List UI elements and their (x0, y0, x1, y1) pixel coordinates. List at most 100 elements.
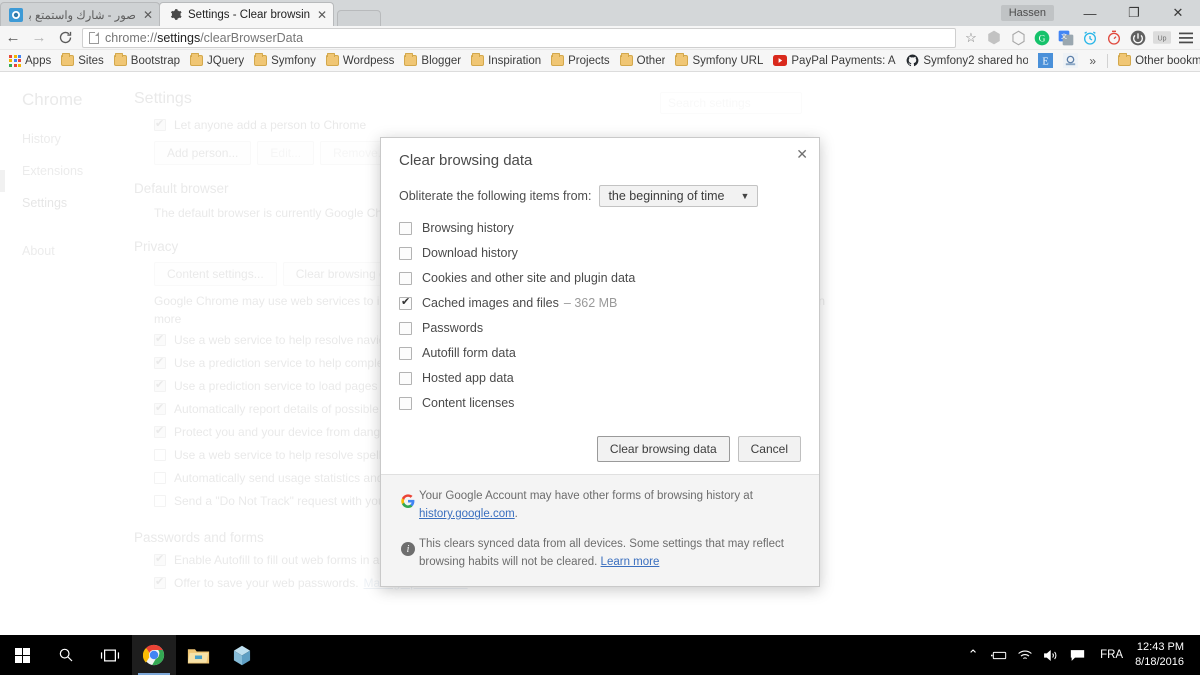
volume-icon[interactable] (1038, 635, 1064, 675)
footer-text-before: Your Google Account may have other forms… (419, 490, 753, 502)
bookmark-blogger[interactable]: Blogger (399, 51, 466, 71)
tab-strip: صور - شارك واستمتع بأجمل ✕ Settings - Cl… (0, 0, 1200, 26)
page-info-icon[interactable] (89, 32, 99, 44)
item-passwords[interactable]: Passwords (399, 321, 801, 335)
bookmark-paypal[interactable]: PayPal Payments: Acc (768, 51, 901, 71)
language-indicator[interactable]: FRA (1090, 649, 1133, 661)
cancel-button[interactable]: Cancel (738, 436, 801, 462)
clock[interactable]: 12:43 PM 8/18/2016 (1133, 640, 1194, 670)
item-content-licenses[interactable]: Content licenses (399, 396, 801, 410)
learn-more-link[interactable]: Learn more (601, 556, 660, 568)
folder-icon (114, 55, 127, 66)
alarm-clock-icon[interactable] (1078, 26, 1102, 50)
checkbox-label: Cookies and other site and plugin data (422, 271, 635, 285)
back-icon[interactable]: ← (0, 26, 26, 50)
bookmark-label: Inspiration (488, 55, 541, 67)
bookmark-bootstrap[interactable]: Bootstrap (109, 51, 185, 71)
item-cached-images-and-files[interactable]: Cached images and files – 362 MB (399, 296, 801, 310)
bookmark-star-icon[interactable]: ☆ (960, 26, 982, 50)
bookmark-label: Other bookmarks (1135, 55, 1200, 67)
bookmark-inspiration[interactable]: Inspiration (466, 51, 546, 71)
tray-chevron-icon[interactable]: ⌃ (960, 635, 986, 675)
confirm-clear-button[interactable]: Clear browsing data (597, 436, 730, 462)
stopwatch-icon[interactable] (1102, 26, 1126, 50)
new-tab-button[interactable] (337, 10, 381, 26)
folder-icon (404, 55, 417, 66)
checkbox[interactable] (399, 397, 412, 410)
bookmark-apps[interactable]: Apps (4, 51, 56, 71)
bookmark-other[interactable]: Other (615, 51, 671, 71)
tab-settings[interactable]: Settings - Clear browsing ✕ (159, 2, 334, 26)
bookmark-projects[interactable]: Projects (546, 51, 615, 71)
item-autofill-form-data[interactable]: Autofill form data (399, 346, 801, 360)
power-icon[interactable] (1126, 26, 1150, 50)
footer-text: Your Google Account may have other forms… (419, 487, 801, 523)
photos-icon (9, 8, 23, 22)
restore-button[interactable]: ❐ (1112, 0, 1156, 26)
checkbox[interactable] (399, 247, 412, 260)
history-google-link[interactable]: history.google.com (419, 508, 515, 520)
grammarly-icon[interactable]: G (1030, 26, 1054, 50)
bookmark-sites[interactable]: Sites (56, 51, 109, 71)
checkbox[interactable] (399, 347, 412, 360)
bookmarks-overflow-icon[interactable]: » (1083, 54, 1102, 68)
close-icon[interactable]: ✕ (317, 9, 327, 21)
item-download-history[interactable]: Download history (399, 246, 801, 260)
bookmarks-bar: Apps Sites Bootstrap JQuery Symfony Word… (0, 50, 1200, 72)
bookmark-label: JQuery (207, 55, 244, 67)
taskbar-package-icon[interactable] (220, 635, 264, 675)
bookmark-wordpess[interactable]: Wordpess (321, 51, 400, 71)
folder-icon (620, 55, 633, 66)
youtube-icon (773, 55, 787, 66)
reload-icon[interactable] (52, 26, 78, 50)
bookmark-jquery[interactable]: JQuery (185, 51, 249, 71)
checkbox[interactable] (399, 222, 412, 235)
taskbar-file-explorer-icon[interactable] (176, 635, 220, 675)
checkbox[interactable] (399, 322, 412, 335)
profile-button[interactable]: Hassen (1001, 5, 1054, 21)
tab-photos[interactable]: صور - شارك واستمتع بأجمل ✕ (0, 2, 160, 26)
forward-icon[interactable]: → (26, 26, 52, 50)
translate-icon[interactable]: 文 (1054, 26, 1078, 50)
checkbox-label: Download history (422, 246, 518, 260)
close-icon[interactable]: ✕ (796, 147, 808, 161)
dialog-body: ✕ Clear browsing data Obliterate the fol… (381, 138, 819, 474)
search-icon[interactable] (44, 635, 88, 675)
bookmark-evernote[interactable]: E (1033, 51, 1058, 71)
bookmark-site-icon[interactable] (1058, 51, 1083, 71)
wifi-icon[interactable] (1012, 635, 1038, 675)
close-icon[interactable]: ✕ (143, 9, 153, 21)
clear-browsing-data-dialog: ✕ Clear browsing data Obliterate the fol… (380, 137, 820, 587)
cube-outline-icon[interactable] (1006, 26, 1030, 50)
bookmark-label: Bootstrap (131, 55, 180, 67)
github-icon (906, 54, 919, 67)
cache-size-label: – 362 MB (564, 296, 618, 310)
divider (1107, 54, 1108, 68)
bookmark-symfony[interactable]: Symfony (249, 51, 321, 71)
time-range-select[interactable]: the beginning of time ▼ (599, 185, 758, 207)
close-button[interactable]: ✕ (1156, 0, 1200, 26)
tab-title: Settings - Clear browsing (188, 9, 310, 21)
action-center-icon[interactable] (1064, 635, 1090, 675)
upwork-icon[interactable]: Up (1150, 26, 1174, 50)
start-icon[interactable] (0, 635, 44, 675)
menu-icon[interactable] (1174, 26, 1198, 50)
checkbox-label: Browsing history (422, 221, 514, 235)
minimize-button[interactable]: — (1068, 0, 1112, 26)
item-browsing-history[interactable]: Browsing history (399, 221, 801, 235)
bookmark-other-bookmarks[interactable]: Other bookmarks (1113, 51, 1200, 71)
item-hosted-app-data[interactable]: Hosted app data (399, 371, 801, 385)
taskbar-chrome-icon[interactable] (132, 635, 176, 675)
cube-grey-icon[interactable] (982, 26, 1006, 50)
item-cookies-and-site-data[interactable]: Cookies and other site and plugin data (399, 271, 801, 285)
url-strong: settings (157, 31, 200, 45)
bookmark-symfony-url[interactable]: Symfony URL (670, 51, 768, 71)
battery-icon[interactable] (986, 635, 1012, 675)
task-view-icon[interactable] (88, 635, 132, 675)
address-bar[interactable]: chrome://settings/clearBrowserData (82, 28, 956, 48)
gear-icon (168, 8, 182, 22)
checkbox[interactable] (399, 272, 412, 285)
checkbox[interactable] (399, 372, 412, 385)
checkbox[interactable] (399, 297, 412, 310)
bookmark-symfony2-host[interactable]: Symfony2 shared host (901, 51, 1033, 71)
